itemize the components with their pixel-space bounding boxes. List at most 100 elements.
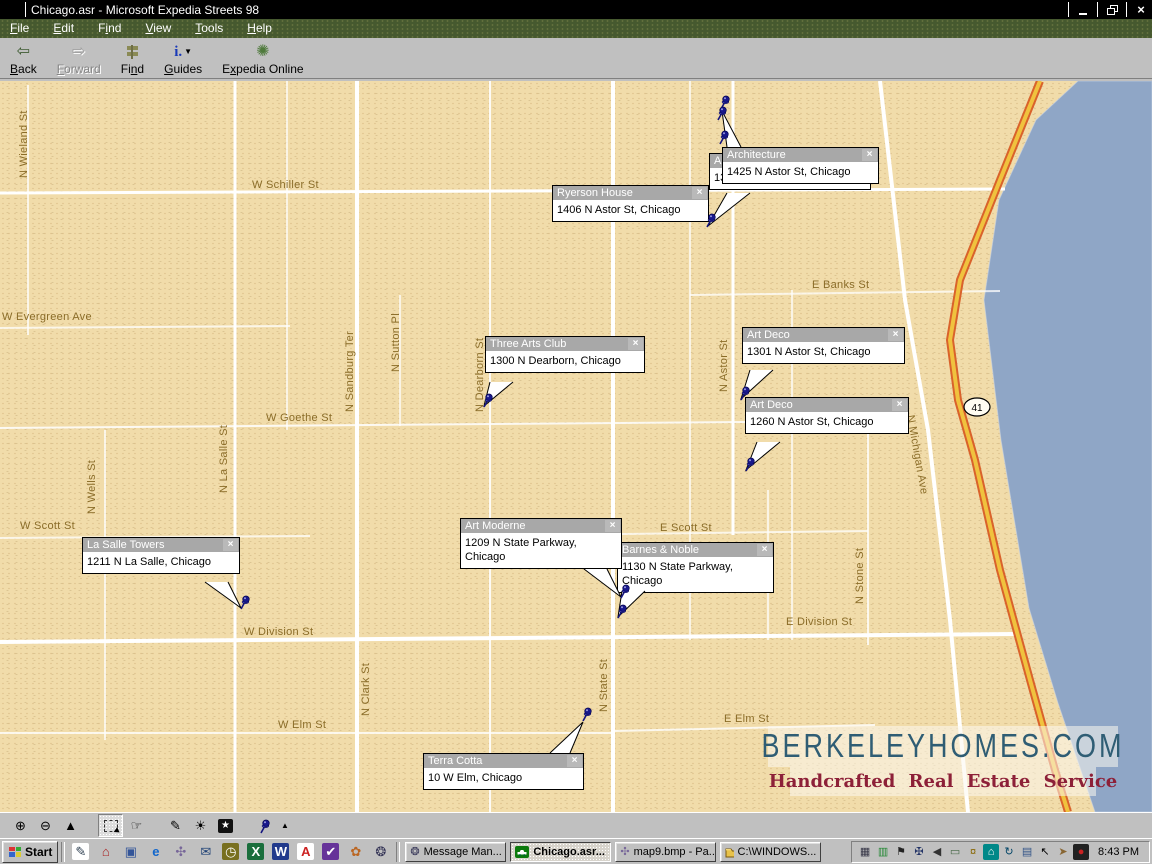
callout[interactable]: Architecture×1425 N Astor St, Chicago <box>722 147 879 184</box>
menu-tools[interactable]: Tools <box>185 20 237 37</box>
callout[interactable]: Art Moderne×1209 N State Parkway, Chicag… <box>460 518 622 569</box>
street-label: N State St <box>598 659 610 712</box>
callout[interactable]: Three Arts Club×1300 N Dearborn, Chicago <box>485 336 645 373</box>
callout-title: Ryerson House <box>553 186 708 200</box>
highlight-star-tool[interactable]: ★ <box>214 815 237 836</box>
street-label: W Scott St <box>20 520 75 532</box>
toolbar-button-label: Guides <box>164 62 202 76</box>
close-icon[interactable]: × <box>888 329 903 341</box>
close-icon[interactable]: × <box>223 539 238 551</box>
pointer-icon[interactable]: ➤ <box>1055 844 1071 860</box>
close-icon[interactable]: × <box>628 338 643 350</box>
brushes-icon[interactable]: ✣ <box>172 843 189 860</box>
close-icon[interactable]: × <box>567 755 582 767</box>
traffic-light-icon[interactable]: ● <box>1073 844 1089 860</box>
home-icon[interactable]: ⌂ <box>97 843 114 860</box>
close-button[interactable]: × <box>1130 2 1152 18</box>
schedule-icon[interactable]: ▦ <box>857 844 873 860</box>
key-icon[interactable]: ¤ <box>965 844 981 860</box>
close-icon[interactable]: × <box>692 187 707 199</box>
excel-icon[interactable]: X <box>247 843 264 860</box>
divider <box>396 842 400 862</box>
find-button[interactable]: Find <box>111 40 154 78</box>
map-tools: ⊕⊖▲☞✎☀★▲ <box>8 814 293 837</box>
quick-launch: ✎ ⌂ ▣ e ✣ ✉ ◷ XWA ✔ ✿ ❂ <box>68 843 393 860</box>
callout-address: 1425 N Astor St, Chicago <box>723 162 878 183</box>
select-region-tool[interactable] <box>98 814 123 837</box>
home-agent-icon[interactable]: ⌂ <box>983 844 999 860</box>
taskbar-task-map9-bmp-pa[interactable]: ✣map9.bmp - Pa... <box>615 842 716 862</box>
callout[interactable]: Ryerson House×1406 N Astor St, Chicago <box>552 185 709 222</box>
acrobat-icon[interactable]: A <box>297 843 314 860</box>
street-label: N Astor St <box>718 339 730 392</box>
modem-icon[interactable]: ▤ <box>1019 844 1035 860</box>
taskbar-task-chicago-asr[interactable]: Chicago.asr... <box>510 842 611 862</box>
street-label: N Stone St <box>854 548 866 604</box>
ie-icon[interactable]: e <box>147 843 164 860</box>
taskbar-task-message-man[interactable]: ❂Message Man... <box>405 842 506 862</box>
volume-icon[interactable]: ◀ <box>929 844 945 860</box>
desktop-icon[interactable]: ▣ <box>122 843 139 860</box>
zoom-altitude-tool[interactable]: ▲ <box>59 815 82 836</box>
expedia-online-button[interactable]: ✺Expedia Online <box>212 40 313 78</box>
scanner-icon[interactable]: ▭ <box>947 844 963 860</box>
zoom-in-tool[interactable]: ⊕ <box>9 815 32 836</box>
mail-icon[interactable]: ✉ <box>197 843 214 860</box>
street-label: W Evergreen Ave <box>2 311 92 323</box>
zoom-out-tool[interactable]: ⊖ <box>34 815 57 836</box>
guides-button[interactable]: i.▼Guides <box>154 40 212 78</box>
clock-icon[interactable]: ◷ <box>222 843 239 860</box>
signpost-icon <box>124 44 140 60</box>
callout[interactable]: La Salle Towers×1211 N La Salle, Chicago <box>82 537 240 574</box>
watermark-tagline: Handcrafted Real Estate Service <box>769 771 1118 792</box>
watermark-banner: BERKELEYHOMES.COM <box>768 726 1118 767</box>
highway-41-shield: 41 <box>964 398 990 416</box>
menu-file[interactable]: File <box>0 20 43 37</box>
notes-icon[interactable]: ✎ <box>72 843 89 860</box>
menu-view[interactable]: View <box>135 20 185 37</box>
menu-find[interactable]: Find <box>88 20 135 37</box>
folder-icon <box>725 846 733 858</box>
title-bar: Chicago.asr - Microsoft Expedia Streets … <box>0 0 1152 19</box>
street-label: N Wieland St <box>18 110 30 178</box>
tray-clock[interactable]: 8:43 PM <box>1090 846 1145 858</box>
close-icon[interactable]: × <box>757 544 772 556</box>
toolbar-button-label: Expedia Online <box>222 62 303 76</box>
close-icon[interactable]: × <box>862 149 877 161</box>
callout[interactable]: Barnes & Noble×1130 N State Parkway, Chi… <box>617 542 774 593</box>
map-canvas[interactable]: 41 N Wieland StW Schiller StW Evergreen … <box>0 81 1152 812</box>
close-icon[interactable]: × <box>605 520 620 532</box>
draw-tool[interactable]: ✎ <box>164 815 187 836</box>
pan-hand-tool[interactable]: ☞ <box>125 815 148 836</box>
close-icon[interactable]: × <box>892 399 907 411</box>
sun-tool[interactable]: ☀ <box>189 815 212 836</box>
palette-icon[interactable]: ✿ <box>347 843 364 860</box>
messenger-icon[interactable]: ❂ <box>372 843 389 860</box>
sync-icon[interactable]: ↻ <box>1001 844 1017 860</box>
start-label: Start <box>25 845 52 859</box>
paint-icon: ✣ <box>620 845 629 858</box>
menu-help[interactable]: Help <box>237 20 286 37</box>
menu-edit[interactable]: Edit <box>43 20 88 37</box>
taskbar-task-c-windows[interactable]: C:\WINDOWS... <box>720 842 821 862</box>
callout[interactable]: Art Deco×1260 N Astor St, Chicago <box>745 397 909 434</box>
restore-button[interactable] <box>1101 2 1123 18</box>
callout[interactable]: Art Deco×1301 N Astor St, Chicago <box>742 327 905 364</box>
map-pushpin[interactable] <box>261 819 269 832</box>
callout[interactable]: Terra Cotta×10 W Elm, Chicago <box>423 753 584 790</box>
back-button[interactable]: ⇦Back <box>0 40 47 78</box>
minimize-button[interactable] <box>1072 2 1094 18</box>
quickview-icon[interactable]: ✔ <box>322 843 339 860</box>
callout-title: Terra Cotta <box>424 754 583 768</box>
expedia-streets-window: Chicago.asr - Microsoft Expedia Streets … <box>0 0 1152 864</box>
flag-icon[interactable]: ⚑ <box>893 844 909 860</box>
mouse-spark-icon[interactable]: ↖ <box>1037 844 1053 860</box>
shield-icon[interactable]: ✠ <box>911 844 927 860</box>
start-button[interactable]: Start <box>2 841 58 863</box>
divider <box>1126 2 1127 17</box>
street-label: N Clark St <box>360 663 372 716</box>
pushpin-tool[interactable] <box>253 815 276 836</box>
word-icon[interactable]: W <box>272 843 289 860</box>
chart-icon[interactable]: ▥ <box>875 844 891 860</box>
more-tools-arrow[interactable]: ▲ <box>278 815 292 836</box>
